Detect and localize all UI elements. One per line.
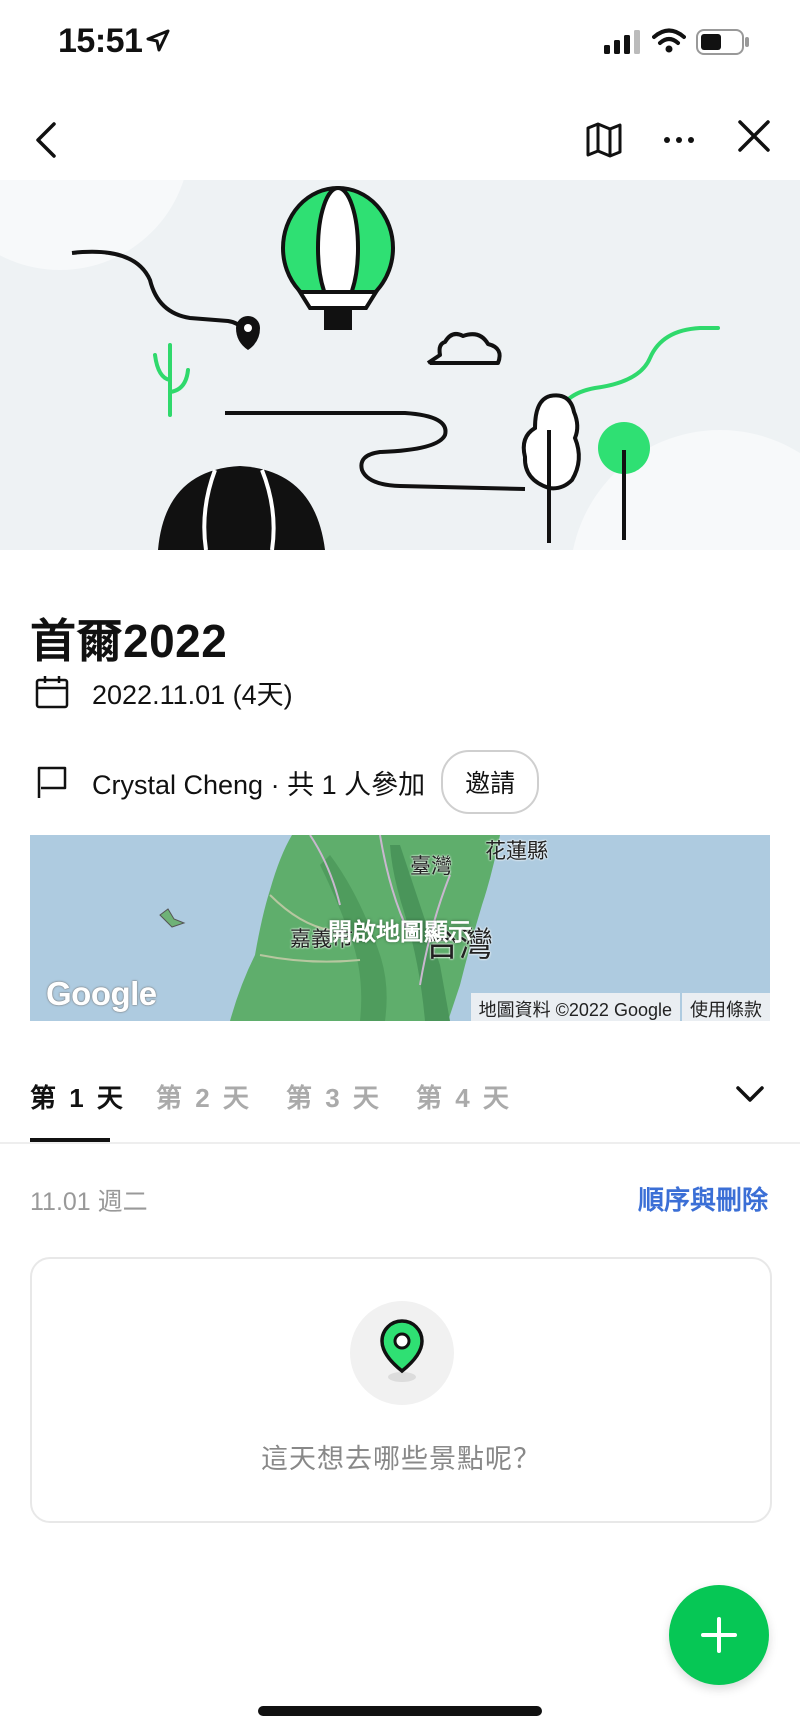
calendar-icon — [30, 670, 74, 714]
status-time: 15:51 — [58, 22, 143, 60]
invite-button[interactable]: 邀請 — [441, 750, 540, 814]
trip-title: 首爾2022 — [30, 615, 228, 667]
battery-icon — [696, 29, 749, 55]
empty-day-prompt: 這天想去哪些景點呢？ — [261, 1444, 541, 1474]
map-attribution: 地圖資料 ©2022 Google 使用條款 — [470, 993, 770, 1021]
empty-day-card[interactable]: 這天想去哪些景點呢？ — [30, 1257, 772, 1523]
plus-icon — [701, 1617, 737, 1653]
trip-date-text: 2022.11.01 (4天) — [92, 679, 293, 710]
trip-date-row: 2022.11.01 (4天) — [30, 670, 293, 714]
map-label-hualien: 花蓮縣 — [485, 840, 548, 863]
trip-members-row: Crystal Cheng · 共 1 人參加 邀請 — [30, 750, 540, 814]
flag-icon — [30, 760, 74, 804]
cover-drawing — [0, 180, 800, 550]
more-options-icon[interactable] — [655, 116, 703, 164]
open-map-label[interactable]: 開啟地圖顯示 — [30, 912, 770, 947]
location-arrow-icon — [146, 29, 170, 52]
trip-detail-sheet: 首爾2022 2022.11.01 (4天) Crystal Cheng · 共… — [0, 550, 800, 1730]
trip-owner-text: Crystal Cheng · 共 1 人參加 — [92, 769, 426, 800]
map-preview[interactable]: 臺灣 花蓮縣 嘉義市 台灣 開啟地圖顯示 Google 地圖資料 ©2022 G… — [30, 835, 770, 1021]
map-pin-icon — [380, 1319, 424, 1382]
back-arrow-icon[interactable] — [24, 116, 72, 164]
map-icon[interactable] — [580, 116, 628, 164]
day-tabs: 第 1 天 第 2 天 第 3 天 第 4 天 — [0, 1050, 800, 1144]
home-indicator[interactable] — [258, 1706, 542, 1716]
chevron-down-icon[interactable] — [730, 1074, 770, 1114]
wifi-icon — [652, 28, 686, 53]
cellular-signal-icon — [604, 30, 640, 54]
top-nav-bar — [0, 100, 800, 180]
map-data-credit: 地圖資料 ©2022 Google — [470, 993, 680, 1021]
google-logo: Google — [46, 975, 157, 1012]
trip-cover-illustration — [0, 180, 800, 550]
reorder-delete-button[interactable]: 順序與刪除 — [638, 1180, 768, 1217]
active-tab-indicator — [30, 1138, 110, 1142]
add-spot-button[interactable] — [669, 1585, 769, 1685]
tab-day-2[interactable]: 第 2 天 — [156, 1078, 252, 1115]
status-bar: 15:51 — [0, 0, 800, 90]
tab-day-3[interactable]: 第 3 天 — [286, 1078, 382, 1115]
close-icon[interactable] — [730, 112, 778, 160]
day-date-label: 11.01 週二 — [30, 1188, 148, 1216]
tab-day-4[interactable]: 第 4 天 — [416, 1078, 512, 1115]
map-terms-link[interactable]: 使用條款 — [682, 993, 770, 1021]
map-label-taiwan-small: 臺灣 — [410, 855, 452, 878]
pin-circle — [350, 1301, 454, 1405]
tab-day-1[interactable]: 第 1 天 — [30, 1078, 126, 1115]
